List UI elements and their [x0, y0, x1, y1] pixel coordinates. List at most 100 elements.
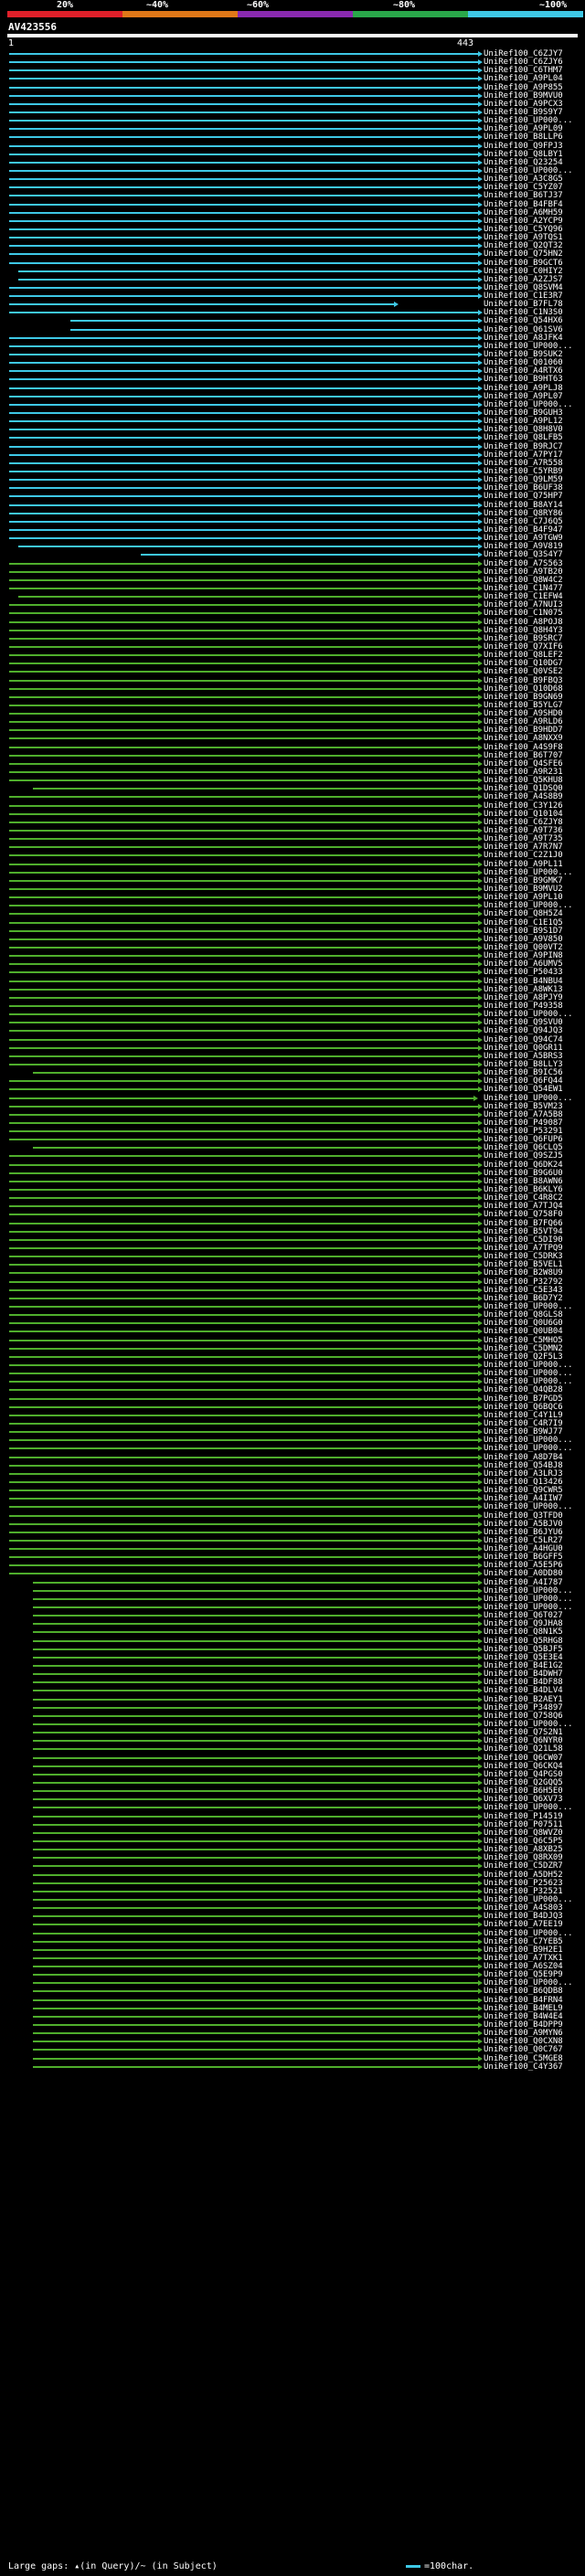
hit-alignment-line[interactable] [9, 396, 478, 398]
hit-label[interactable]: UniRef100_B9HT63 [484, 375, 563, 384]
hit-alignment-line[interactable] [9, 997, 478, 999]
hit-alignment-line[interactable] [9, 1205, 478, 1207]
hit-alignment-line[interactable] [32, 1147, 478, 1149]
hit-label[interactable]: UniRef100_B6TJ37 [484, 191, 563, 200]
hit-alignment-line[interactable] [9, 145, 478, 147]
hit-alignment-line[interactable] [9, 646, 478, 648]
hit-alignment-line[interactable] [32, 2041, 478, 2042]
hit-alignment-line[interactable] [32, 1615, 478, 1617]
hit-alignment-line[interactable] [9, 1247, 478, 1249]
hit-alignment-line[interactable] [32, 1899, 478, 1901]
hit-alignment-line[interactable] [32, 1590, 478, 1592]
hit-alignment-line[interactable] [32, 1665, 478, 1667]
hit-alignment-line[interactable] [9, 412, 478, 414]
hit-alignment-line[interactable] [9, 1564, 478, 1566]
hit-alignment-line[interactable] [9, 654, 478, 656]
hit-alignment-line[interactable] [9, 747, 478, 748]
hit-alignment-line[interactable] [9, 228, 478, 230]
hit-alignment-line[interactable] [32, 1891, 478, 1892]
hit-alignment-line[interactable] [9, 822, 478, 823]
hit-alignment-line[interactable] [9, 1298, 478, 1299]
hit-alignment-line[interactable] [9, 136, 478, 138]
hit-alignment-line[interactable] [32, 1857, 478, 1859]
hit-alignment-line[interactable] [9, 680, 478, 682]
hit-alignment-line[interactable] [9, 947, 478, 949]
hit-alignment-line[interactable] [9, 638, 478, 640]
hit-alignment-line[interactable] [32, 1907, 478, 1909]
hit-alignment-line[interactable] [32, 1715, 478, 1717]
hit-alignment-line[interactable] [9, 462, 478, 464]
hit-alignment-line[interactable] [9, 537, 478, 539]
hit-alignment-line[interactable] [9, 854, 478, 856]
hit-alignment-line[interactable] [9, 103, 478, 105]
hit-alignment-line[interactable] [9, 913, 478, 915]
hit-alignment-line[interactable] [9, 429, 478, 430]
hit-alignment-line[interactable] [32, 1606, 478, 1608]
hit-alignment-line[interactable] [32, 1790, 478, 1792]
hit-alignment-line[interactable] [9, 303, 394, 305]
hit-alignment-line[interactable] [32, 1765, 478, 1767]
hit-alignment-line[interactable] [9, 755, 478, 757]
hit-alignment-line[interactable] [9, 487, 478, 489]
hit-alignment-line[interactable] [32, 1957, 478, 1959]
hit-alignment-line[interactable] [9, 354, 478, 355]
hit-alignment-line[interactable] [9, 1330, 478, 1332]
hit-alignment-line[interactable] [32, 1598, 478, 1600]
hit-alignment-line[interactable] [9, 838, 478, 840]
hit-alignment-line[interactable] [32, 1999, 478, 2001]
hit-alignment-line[interactable] [9, 1364, 478, 1366]
hit-alignment-line[interactable] [32, 1582, 478, 1584]
hit-alignment-line[interactable] [9, 729, 478, 731]
hit-alignment-line[interactable] [9, 621, 478, 623]
hit-label[interactable]: UniRef100_Q54HX6 [484, 316, 563, 325]
hit-alignment-line[interactable] [9, 763, 478, 765]
hit-alignment-line[interactable] [9, 404, 478, 406]
hit-alignment-line[interactable] [9, 1498, 478, 1500]
hit-alignment-line[interactable] [32, 1673, 478, 1675]
hit-label[interactable]: UniRef100_Q8H5Z4 [484, 909, 563, 918]
hit-alignment-line[interactable] [9, 1356, 478, 1358]
hit-alignment-line[interactable] [9, 245, 478, 247]
hit-alignment-line[interactable] [32, 1982, 478, 1984]
hit-alignment-line[interactable] [9, 420, 478, 422]
hit-alignment-line[interactable] [9, 1256, 478, 1257]
hit-alignment-line[interactable] [9, 872, 478, 874]
hit-label[interactable]: UniRef100_A9PL04 [484, 74, 563, 83]
hit-alignment-line[interactable] [9, 1189, 478, 1191]
hit-alignment-line[interactable] [9, 1481, 478, 1483]
hit-label[interactable]: UniRef100_Q94JQ3 [484, 1026, 563, 1035]
hit-alignment-line[interactable] [9, 1139, 478, 1140]
hit-alignment-line[interactable] [9, 387, 478, 389]
hit-alignment-line[interactable] [9, 1306, 478, 1308]
hit-alignment-line[interactable] [32, 1623, 478, 1625]
hit-alignment-line[interactable] [9, 362, 478, 364]
hit-alignment-line[interactable] [9, 796, 478, 798]
hit-alignment-line[interactable] [9, 111, 478, 113]
hit-alignment-line[interactable] [9, 378, 478, 380]
hit-alignment-line[interactable] [9, 186, 478, 188]
hit-alignment-line[interactable] [9, 69, 478, 71]
hit-alignment-line[interactable] [18, 270, 478, 272]
hit-alignment-line[interactable] [32, 1941, 478, 1943]
hit-alignment-line[interactable] [18, 546, 478, 547]
hit-alignment-line[interactable] [9, 53, 478, 55]
hit-alignment-line[interactable] [9, 1398, 478, 1400]
hit-alignment-line[interactable] [32, 1690, 478, 1691]
hit-alignment-line[interactable] [9, 1231, 478, 1233]
hit-alignment-line[interactable] [9, 1264, 478, 1266]
hit-label[interactable]: UniRef100_Q75HN2 [484, 249, 563, 259]
hit-alignment-line[interactable] [9, 1515, 478, 1517]
hit-alignment-line[interactable] [9, 830, 478, 832]
hit-alignment-line[interactable] [32, 1648, 478, 1650]
hit-alignment-line[interactable] [9, 1114, 478, 1116]
hit-label[interactable]: UniRef100_B4DLV4 [484, 1686, 563, 1695]
hit-alignment-line[interactable] [9, 262, 478, 264]
hit-alignment-line[interactable] [9, 454, 478, 456]
hit-alignment-line[interactable] [9, 713, 478, 715]
hit-alignment-line[interactable] [9, 287, 478, 289]
hit-alignment-line[interactable] [9, 312, 478, 313]
hit-alignment-line[interactable] [9, 846, 478, 848]
hit-alignment-line[interactable] [9, 220, 478, 222]
hit-alignment-line[interactable] [9, 1164, 478, 1166]
hit-alignment-line[interactable] [9, 1322, 478, 1324]
